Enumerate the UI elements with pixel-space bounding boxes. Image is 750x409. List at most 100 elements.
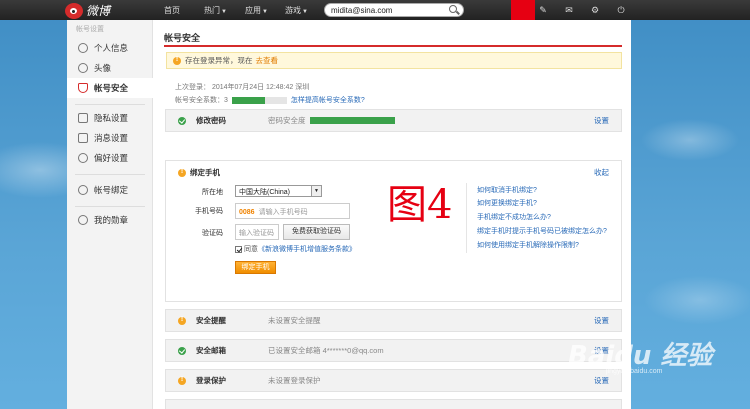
password-strength-bar	[309, 117, 395, 124]
row-label: 安全提醒	[196, 316, 226, 325]
phone-number-input[interactable]: 0086 请输入手机号码	[235, 203, 350, 219]
row-label: 安全邮箱	[196, 346, 226, 355]
nav-apps-label: 应用	[245, 6, 261, 15]
last-login-info: 上次登录： 2014年07月24日 12:48:42 深圳	[175, 84, 310, 91]
change-password-row[interactable]: 修改密码 密码安全度 设置	[165, 109, 622, 132]
region-value: 中国大陆(China)	[239, 189, 290, 196]
score-bar-fill	[231, 96, 265, 104]
baidu-watermark: Baidu 经验 jingyan.baidu.com	[568, 335, 712, 375]
region-select[interactable]: 中国大陆(China) ▼	[235, 185, 322, 197]
security-alert-row[interactable]: 安全提醒 未设置安全提醒 设置	[165, 309, 622, 332]
security-score: 帐号安全系数：3 怎样提高帐号安全系数?	[175, 95, 365, 105]
phone-label: 手机号码	[195, 208, 223, 215]
edit-icon[interactable]: ✎	[538, 5, 548, 15]
figure-label: 图4	[387, 182, 453, 228]
chevron-down-icon: ▼	[311, 186, 321, 196]
sidebar-item-label: 我的勋章	[94, 215, 129, 225]
sidebar-divider	[75, 174, 145, 175]
medal-icon	[78, 215, 88, 225]
row-status-text: 密码安全度	[268, 116, 306, 125]
warning-icon	[178, 316, 186, 325]
search-value: midita@sina.com	[331, 6, 393, 15]
sidebar-item-avatar[interactable]: 头像	[67, 58, 153, 78]
warning-icon	[178, 168, 186, 177]
logo-text: 微博	[86, 4, 111, 18]
gear-icon[interactable]: ⚙	[590, 5, 600, 15]
sidebar-item-security[interactable]: 帐号安全	[67, 78, 153, 98]
sidebar-item-label: 帐号安全	[94, 83, 129, 93]
row-status: 未设置安全提醒	[268, 316, 321, 325]
login-protection-row[interactable]: 登录保护 未设置登录保护 设置	[165, 369, 622, 392]
weibo-logo[interactable]: 微博	[65, 2, 110, 19]
collapse-link[interactable]: 收起	[594, 167, 609, 178]
top-navbar: 微博 首页 热门▼ 应用▼ 游戏▼ midita@sina.com ✎ ✉ ⚙ …	[0, 0, 750, 20]
notice-text: 存在登录异常，现在	[185, 56, 253, 65]
code-placeholder: 输入验证码	[239, 230, 274, 237]
preferences-icon	[78, 153, 88, 163]
mail-icon[interactable]: ✉	[564, 5, 574, 15]
bind-phone-header: 绑定手机	[178, 167, 220, 178]
sidebar-item-binding[interactable]: 帐号绑定	[67, 180, 153, 200]
lock-icon	[78, 113, 88, 123]
redaction-block	[511, 0, 535, 20]
sidebar-item-messages[interactable]: 消息设置	[67, 128, 153, 148]
sidebar-divider	[75, 104, 145, 105]
set-link[interactable]: 设置	[594, 115, 609, 126]
terms-link[interactable]: 《新浪微博手机增值服务条款》	[258, 244, 356, 254]
sidebar-item-label: 个人信息	[94, 43, 129, 53]
search-icon[interactable]	[449, 5, 457, 13]
chevron-down-icon: ▼	[221, 9, 227, 15]
region-label: 所在地	[202, 189, 223, 196]
sidebar-item-preferences[interactable]: 偏好设置	[67, 148, 153, 168]
shield-icon	[78, 83, 88, 93]
power-icon[interactable]: ⏻	[616, 5, 626, 15]
faq-link[interactable]: 如何使用绑定手机解除操作限制?	[477, 240, 579, 250]
settings-sidebar: 帐号设置 个人信息 头像 帐号安全 隐私设置 消息设置 偏好设置 帐号绑定 我的…	[67, 20, 153, 409]
faq-link[interactable]: 手机绑定不成功怎么办?	[477, 212, 551, 222]
terms-agreement: 同意 《新浪微博手机增值服务条款》	[235, 244, 356, 254]
agree-checkbox[interactable]	[235, 245, 242, 253]
cut-off-row	[165, 399, 622, 409]
bind-phone-button[interactable]: 绑定手机	[235, 261, 276, 274]
nav-hot-label: 热门	[204, 6, 220, 15]
nav-home[interactable]: 首页	[164, 5, 180, 16]
sidebar-item-privacy[interactable]: 隐私设置	[67, 108, 153, 128]
nav-hot[interactable]: 热门▼	[204, 5, 227, 16]
sidebar-item-medals[interactable]: 我的勋章	[67, 210, 153, 230]
set-link[interactable]: 设置	[594, 315, 609, 326]
nav-apps[interactable]: 应用▼	[245, 5, 268, 16]
page-title: 帐号安全	[164, 33, 201, 43]
score-label: 帐号安全系数：3	[175, 97, 228, 104]
security-email-row[interactable]: 安全邮箱 已设置安全邮箱 4*******0@qq.com 设置	[165, 339, 622, 362]
user-link-icon	[78, 185, 88, 195]
login-anomaly-notice: 存在登录异常，现在 去查看	[166, 52, 622, 69]
faq-link[interactable]: 如何更换绑定手机?	[477, 198, 537, 208]
country-code: 0086	[239, 209, 255, 216]
code-label: 验证码	[202, 230, 223, 237]
faq-divider	[466, 183, 467, 253]
chevron-down-icon: ▼	[262, 9, 268, 15]
verification-code-input[interactable]: 输入验证码	[235, 224, 279, 240]
improve-score-link[interactable]: 怎样提高帐号安全系数?	[291, 95, 365, 105]
notice-view-link[interactable]: 去查看	[256, 55, 279, 66]
sidebar-header: 帐号设置	[76, 26, 104, 33]
sidebar-item-label: 消息设置	[94, 133, 129, 143]
watermark-main: Baidu 经验	[568, 341, 713, 371]
faq-link[interactable]: 绑定手机时提示手机号码已被绑定怎么办?	[477, 226, 607, 236]
warning-icon	[178, 376, 186, 385]
score-bar	[231, 96, 287, 104]
message-icon	[78, 133, 88, 143]
row-label: 修改密码	[196, 116, 226, 125]
faq-link[interactable]: 如何取消手机绑定?	[477, 185, 537, 195]
set-link[interactable]: 设置	[594, 375, 609, 386]
bind-phone-section: 绑定手机 收起 所在地 中国大陆(China) ▼ 手机号码 0086请输入手机…	[165, 160, 622, 302]
title-underline	[164, 45, 622, 47]
nav-games[interactable]: 游戏▼	[285, 5, 308, 16]
sidebar-item-label: 偏好设置	[94, 153, 129, 163]
sidebar-item-label: 隐私设置	[94, 113, 129, 123]
search-input[interactable]: midita@sina.com	[324, 3, 464, 17]
get-code-button[interactable]: 免费获取验证码	[283, 224, 350, 240]
check-icon	[178, 116, 186, 125]
sidebar-item-profile[interactable]: 个人信息	[67, 38, 153, 58]
sidebar-item-label: 头像	[94, 63, 112, 73]
